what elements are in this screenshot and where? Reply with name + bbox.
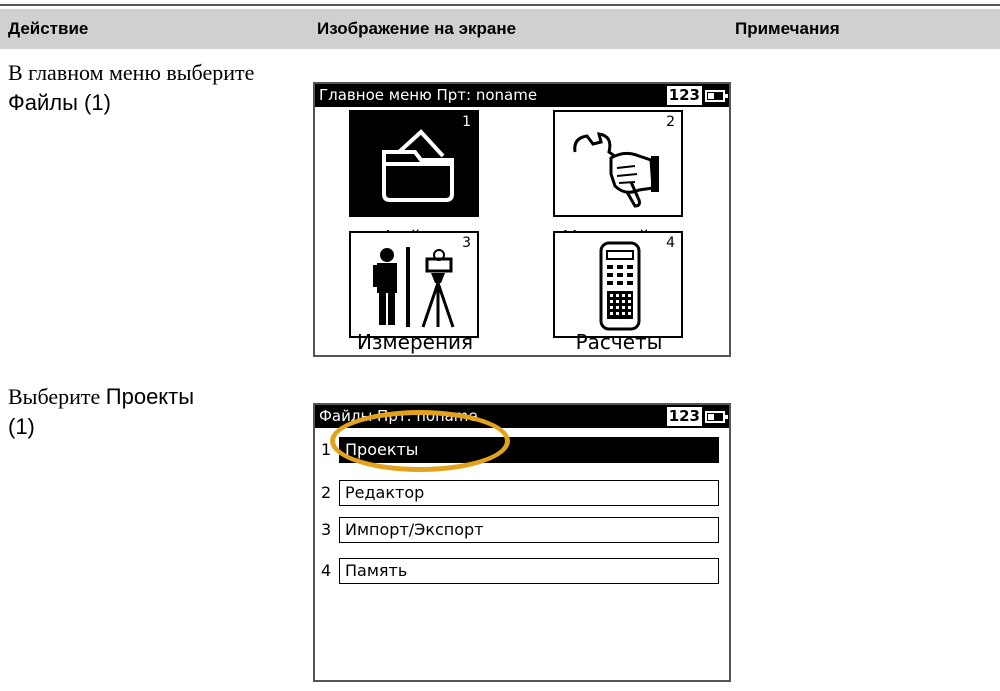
folder-icon bbox=[382, 129, 454, 202]
keyboard-mode-indicator: 123 bbox=[666, 86, 702, 105]
wrench-hand-icon bbox=[573, 132, 659, 208]
menu-item-number: 4 bbox=[321, 561, 332, 580]
tile-calculations-label: Расчеты bbox=[575, 330, 663, 354]
calculator-icon bbox=[599, 241, 641, 331]
status-area: 123 bbox=[666, 84, 728, 107]
battery-icon bbox=[705, 89, 728, 102]
menu-item-label: Редактор bbox=[339, 480, 719, 506]
tile-settings[interactable]: 2 bbox=[553, 110, 683, 217]
highlight-ring bbox=[330, 410, 510, 472]
step1-instruction-text: В главном меню выберите bbox=[8, 60, 255, 85]
tile-measurements[interactable]: 3 bbox=[349, 231, 479, 338]
menu-item-number: 3 bbox=[321, 520, 332, 539]
main-menu-title: Главное меню Прт: noname bbox=[319, 86, 538, 104]
step2-instruction-text: Выберите bbox=[8, 384, 106, 409]
main-menu-titlebar: Главное меню Прт: noname 123 bbox=[315, 84, 729, 107]
step1-instruction-keyword: Файлы (1) bbox=[8, 90, 111, 115]
header-screen-image: Изображение на экране bbox=[317, 19, 517, 38]
step2-instruction: Выберите Проекты (1) bbox=[8, 382, 283, 442]
battery-icon bbox=[705, 410, 728, 423]
tile-measurements-label: Измерения bbox=[356, 330, 474, 354]
tile-calculations[interactable]: 4 bbox=[553, 231, 683, 338]
menu-item-number: 2 bbox=[321, 483, 332, 502]
menu-item-label: Импорт/Экспорт bbox=[339, 517, 719, 543]
keyboard-mode-indicator: 123 bbox=[666, 407, 702, 426]
header-notes: Примечания bbox=[735, 19, 840, 38]
status-area: 123 bbox=[666, 405, 728, 428]
menu-item-label: Память bbox=[339, 558, 719, 584]
step2-instruction-suffix: (1) bbox=[8, 414, 35, 439]
surveyor-tripod-icon bbox=[373, 247, 455, 328]
step2-instruction-keyword: Проекты bbox=[105, 384, 195, 409]
tile-files[interactable]: 1 bbox=[349, 110, 479, 217]
table-top-rule bbox=[0, 4, 1000, 6]
header-action: Действие bbox=[8, 19, 89, 38]
step1-instruction: В главном меню выберите Файлы (1) bbox=[8, 58, 283, 118]
table-header: Действие Изображение на экране Примечани… bbox=[0, 9, 1000, 49]
main-menu-screen: Главное меню Прт: noname 123 1 Файлы 2 Н… bbox=[313, 82, 731, 357]
